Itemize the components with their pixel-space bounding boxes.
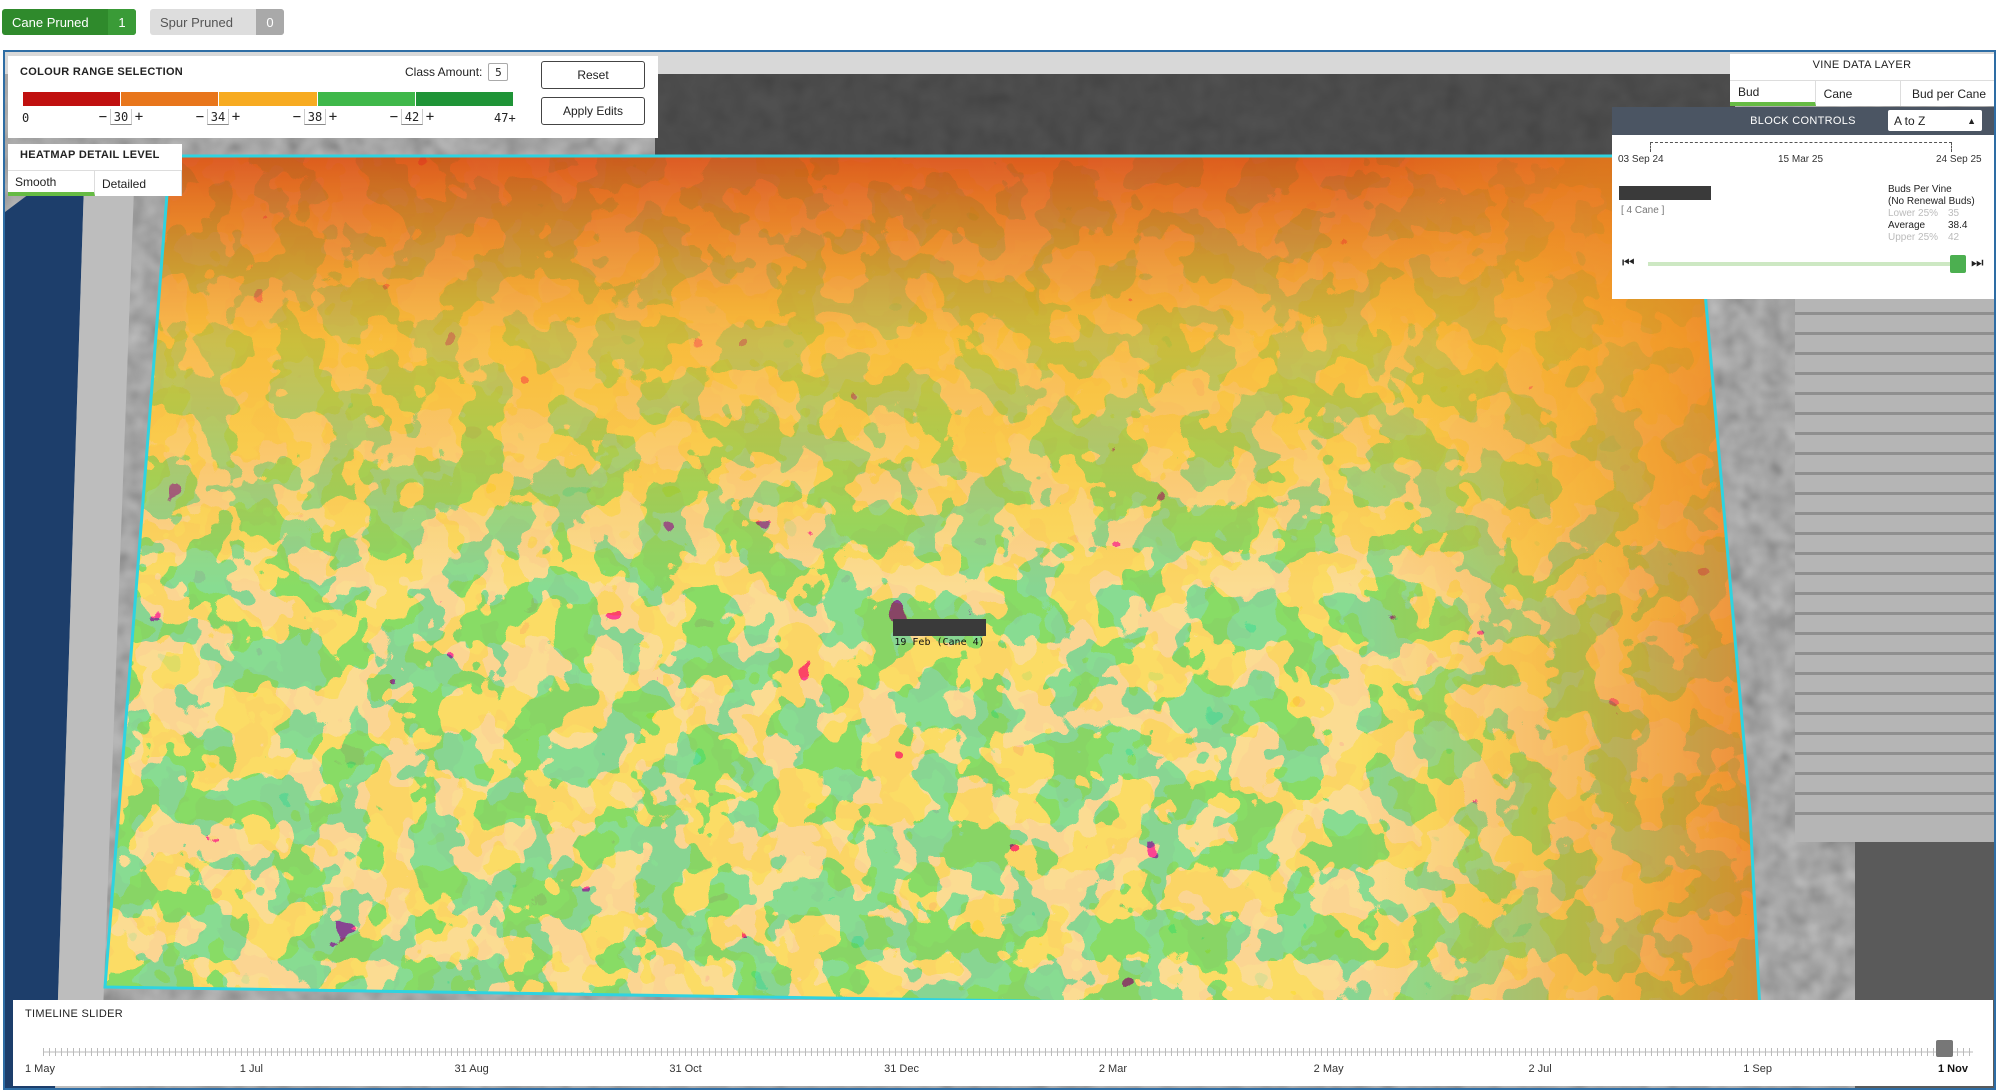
heatmap-detail-panel: HEATMAP DETAIL LEVEL Smooth Detailed (8, 144, 182, 196)
date-mid: 15 Mar 25 (1778, 154, 1824, 165)
spur-pruned-label: Spur Pruned (160, 14, 233, 30)
apply-edits-button[interactable]: Apply Edits (541, 97, 645, 125)
spur-pruned-count: 0 (256, 9, 284, 35)
skip-start-icon[interactable]: ⏮ (1622, 254, 1635, 271)
timeline-track[interactable] (43, 1046, 1973, 1058)
colour-segment-5 (414, 92, 514, 106)
tooltip-text: 19 Feb (Cane 4) (894, 637, 985, 648)
threshold-value[interactable]: 42 (401, 109, 423, 125)
timeline-ticks (43, 1048, 1973, 1056)
block-slider-track[interactable] (1648, 262, 1954, 266)
spur-pruned-toggle[interactable]: Spur Pruned 0 (150, 9, 284, 35)
threshold-value[interactable]: 34 (207, 109, 229, 125)
timeline-label[interactable]: 31 Dec (884, 1063, 919, 1075)
timeline-handle[interactable] (1936, 1040, 1953, 1057)
timeline-label[interactable]: 1 Jul (240, 1063, 263, 1075)
cane-pruned-toggle[interactable]: Cane Pruned 1 (2, 9, 136, 35)
sort-select[interactable]: A to Z ▲ (1888, 110, 1982, 131)
cane-pruned-count: 1 (108, 9, 136, 35)
stat-upper: Upper 25% 42 (1888, 232, 1960, 243)
date-start: 03 Sep 24 (1618, 154, 1664, 165)
timeline-label[interactable]: 2 Jul (1528, 1063, 1551, 1075)
stat-average: Average 38.4 (1888, 220, 1968, 231)
threshold-stepper-2[interactable]: − 34 + (193, 109, 243, 125)
colour-range-panel: COLOUR RANGE SELECTION Class Amount: 5 0… (8, 56, 658, 138)
tooltip-redacted-bar (893, 619, 986, 636)
block-slider-handle[interactable] (1950, 255, 1966, 273)
stats-title: Buds Per Vine (1888, 184, 1952, 195)
date-end: 24 Sep 25 (1936, 154, 1982, 165)
tab-bud[interactable]: Bud (1730, 81, 1816, 106)
vine-data-layer-panel: VINE DATA LAYER Bud Cane Bud per Cane (1730, 54, 1995, 106)
colour-segment-3 (218, 92, 317, 106)
stats-subtitle: (No Renewal Buds) (1888, 196, 1975, 207)
increment-button[interactable]: + (326, 109, 340, 125)
bud-stats: Buds Per Vine (No Renewal Buds) Lower 25… (1888, 184, 1975, 244)
timeline-slider-panel: TIMELINE SLIDER 1 May 1 Jul 31 Aug 31 Oct 31… (13, 1000, 1993, 1086)
range-min-label: 0 (22, 111, 30, 125)
colour-range-title: COLOUR RANGE SELECTION (20, 66, 184, 78)
tab-cane[interactable]: Cane (1815, 81, 1902, 106)
colour-bar (23, 92, 514, 106)
colour-segment-4 (316, 92, 415, 106)
class-amount-input[interactable]: 5 (488, 63, 509, 81)
heatmap-detail-tabs: Smooth Detailed (8, 170, 182, 196)
threshold-value[interactable]: 38 (304, 109, 326, 125)
tab-detailed[interactable]: Detailed (95, 171, 182, 196)
timeline-label[interactable]: 1 Nov (1938, 1063, 1968, 1075)
block-name-redacted (1619, 186, 1711, 200)
threshold-stepper-1[interactable]: − 30 + (96, 109, 146, 125)
timeline-label[interactable]: 2 May (1314, 1063, 1344, 1075)
increment-button[interactable]: + (423, 109, 437, 125)
heatmap-detail-title: HEATMAP DETAIL LEVEL (20, 149, 160, 161)
block-slider[interactable]: ⏮ ⏭ (1620, 254, 1990, 274)
block-controls-header: BLOCK CONTROLS A to Z ▲ (1612, 107, 1994, 135)
timeline-label[interactable]: 31 Oct (669, 1063, 701, 1075)
timeline-label[interactable]: 31 Aug (455, 1063, 489, 1075)
timeline-label[interactable]: 2 Mar (1099, 1063, 1127, 1075)
skip-end-icon[interactable]: ⏭ (1971, 254, 1984, 271)
threshold-value[interactable]: 30 (110, 109, 132, 125)
updown-arrows-icon: ▲ (1967, 115, 1976, 126)
increment-button[interactable]: + (132, 109, 146, 125)
decrement-button[interactable]: − (193, 109, 207, 125)
colour-segment-1 (23, 92, 121, 106)
decrement-button[interactable]: − (387, 109, 401, 125)
tree-line (655, 72, 1735, 162)
cane-count-label: [ 4 Cane ] (1621, 205, 1665, 216)
timeline-label[interactable]: 1 May (25, 1063, 55, 1075)
tab-smooth[interactable]: Smooth (8, 171, 95, 196)
decrement-button[interactable]: − (290, 109, 304, 125)
block-date-range: 03 Sep 24 15 Mar 25 24 Sep 25 (1612, 137, 1994, 175)
cane-pruned-label: Cane Pruned (12, 14, 89, 30)
vine-data-layer-tabs: Bud Cane Bud per Cane (1730, 80, 1995, 106)
threshold-stepper-3[interactable]: − 38 + (290, 109, 340, 125)
tab-bud-per-cane[interactable]: Bud per Cane (1901, 81, 1995, 106)
threshold-stepper-4[interactable]: − 42 + (387, 109, 437, 125)
increment-button[interactable]: + (229, 109, 243, 125)
vine-data-layer-title: VINE DATA LAYER (1812, 59, 1912, 71)
decrement-button[interactable]: − (96, 109, 110, 125)
reset-button[interactable]: Reset (541, 61, 645, 89)
vine-tooltip: 19 Feb (Cane 4) (893, 619, 986, 648)
class-amount: Class Amount: 5 (405, 63, 509, 81)
sort-select-value: A to Z (1894, 113, 1926, 128)
block-info: [ 4 Cane ] Buds Per Vine (No Renewal Bud… (1612, 177, 1994, 297)
block-controls-panel: BLOCK CONTROLS A to Z ▲ 03 Sep 24 15 Mar… (1612, 107, 1994, 299)
range-max-label: 47+ (494, 111, 516, 125)
class-amount-label: Class Amount: (405, 65, 483, 79)
date-range-bracket (1650, 142, 1952, 152)
colour-segment-2 (120, 92, 219, 106)
timeline-label[interactable]: 1 Sep (1743, 1063, 1772, 1075)
stat-lower: Lower 25% 35 (1888, 208, 1960, 219)
heatmap-block (105, 156, 1760, 1012)
timeline-title: TIMELINE SLIDER (25, 1008, 124, 1020)
neighbour-vineyard (1795, 282, 1994, 842)
